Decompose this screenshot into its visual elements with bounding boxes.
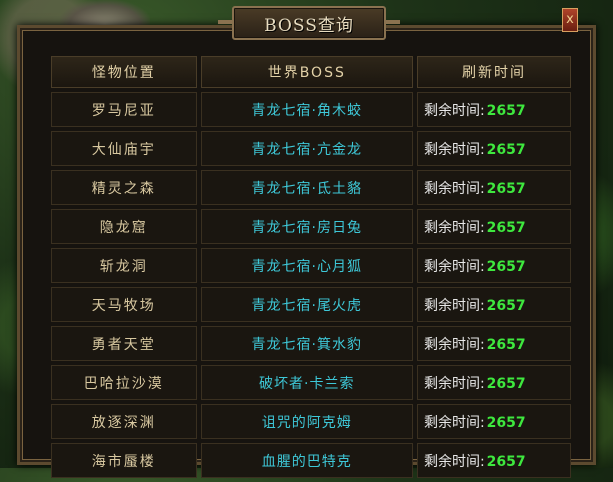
window-title: BOSS查询 [264, 15, 354, 36]
time-cell: 剩余时间: 2657 [416, 287, 571, 322]
header-refresh-time: 刷新时间 [416, 56, 571, 88]
table-row[interactable]: 勇者天堂 青龙七宿·箕水豹 剩余时间: 2657 [51, 326, 571, 361]
location-cell: 勇者天堂 [51, 326, 197, 361]
location-cell: 精灵之森 [51, 170, 197, 205]
table-row[interactable]: 巴哈拉沙漠 破坏者·卡兰索 剩余时间: 2657 [51, 365, 571, 400]
location-cell: 大仙庙宇 [51, 131, 197, 166]
table-row[interactable]: 海市蜃楼 血腥的巴特克 剩余时间: 2657 [51, 443, 571, 478]
time-value: 2657 [486, 336, 526, 353]
boss-name-cell[interactable]: 青龙七宿·氐土貉 [200, 170, 413, 205]
time-label: 剩余时间: [423, 180, 485, 197]
time-cell: 剩余时间: 2657 [416, 131, 571, 166]
boss-name-cell[interactable]: 青龙七宿·尾火虎 [200, 287, 413, 322]
time-value: 2657 [486, 453, 526, 470]
time-cell: 剩余时间: 2657 [416, 92, 571, 127]
table-row[interactable]: 大仙庙宇 青龙七宿·亢金龙 剩余时间: 2657 [51, 131, 571, 166]
time-value: 2657 [486, 375, 526, 392]
time-label: 剩余时间: [423, 453, 485, 470]
time-value: 2657 [486, 180, 526, 197]
header-boss: 世界BOSS [200, 56, 413, 88]
location-cell: 斩龙洞 [51, 248, 197, 283]
header-location: 怪物位置 [51, 56, 197, 88]
boss-name-cell[interactable]: 青龙七宿·箕水豹 [200, 326, 413, 361]
time-value: 2657 [486, 414, 526, 431]
table-row[interactable]: 斩龙洞 青龙七宿·心月狐 剩余时间: 2657 [51, 248, 571, 283]
time-cell: 剩余时间: 2657 [416, 326, 571, 361]
boss-name-cell[interactable]: 血腥的巴特克 [200, 443, 413, 478]
time-value: 2657 [486, 219, 526, 236]
time-label: 剩余时间: [423, 102, 485, 119]
close-button[interactable]: x [562, 8, 578, 32]
time-value: 2657 [486, 258, 526, 275]
time-cell: 剩余时间: 2657 [416, 443, 571, 478]
boss-name-cell[interactable]: 破坏者·卡兰索 [200, 365, 413, 400]
time-label: 剩余时间: [423, 375, 485, 392]
boss-name-cell[interactable]: 青龙七宿·房日兔 [200, 209, 413, 244]
time-label: 剩余时间: [423, 414, 485, 431]
table-header-row: 怪物位置 世界BOSS 刷新时间 [51, 56, 571, 88]
table-row[interactable]: 天马牧场 青龙七宿·尾火虎 剩余时间: 2657 [51, 287, 571, 322]
table-row[interactable]: 精灵之森 青龙七宿·氐土貉 剩余时间: 2657 [51, 170, 571, 205]
time-label: 剩余时间: [423, 336, 485, 353]
time-cell: 剩余时间: 2657 [416, 365, 571, 400]
location-cell: 隐龙窟 [51, 209, 197, 244]
time-value: 2657 [486, 141, 526, 158]
location-cell: 罗马尼亚 [51, 92, 197, 127]
table-row[interactable]: 隐龙窟 青龙七宿·房日兔 剩余时间: 2657 [51, 209, 571, 244]
table-row[interactable]: 罗马尼亚 青龙七宿·角木蛟 剩余时间: 2657 [51, 92, 571, 127]
location-cell: 天马牧场 [51, 287, 197, 322]
time-cell: 剩余时间: 2657 [416, 170, 571, 205]
time-label: 剩余时间: [423, 258, 485, 275]
time-cell: 剩余时间: 2657 [416, 404, 571, 439]
boss-name-cell[interactable]: 诅咒的阿克姆 [200, 404, 413, 439]
time-value: 2657 [486, 102, 526, 119]
location-cell: 放逐深渊 [51, 404, 197, 439]
time-value: 2657 [486, 297, 526, 314]
boss-table: 怪物位置 世界BOSS 刷新时间 罗马尼亚 青龙七宿·角木蛟 剩余时间: 2657… [47, 52, 575, 482]
boss-name-cell[interactable]: 青龙七宿·亢金龙 [200, 131, 413, 166]
time-cell: 剩余时间: 2657 [416, 209, 571, 244]
time-label: 剩余时间: [423, 141, 485, 158]
time-label: 剩余时间: [423, 297, 485, 314]
time-label: 剩余时间: [423, 219, 485, 236]
location-cell: 巴哈拉沙漠 [51, 365, 197, 400]
location-cell: 海市蜃楼 [51, 443, 197, 478]
title-plate: BOSS查询 [218, 6, 400, 40]
table-row[interactable]: 放逐深渊 诅咒的阿克姆 剩余时间: 2657 [51, 404, 571, 439]
boss-name-cell[interactable]: 青龙七宿·心月狐 [200, 248, 413, 283]
boss-name-cell[interactable]: 青龙七宿·角木蛟 [200, 92, 413, 127]
time-cell: 剩余时间: 2657 [416, 248, 571, 283]
